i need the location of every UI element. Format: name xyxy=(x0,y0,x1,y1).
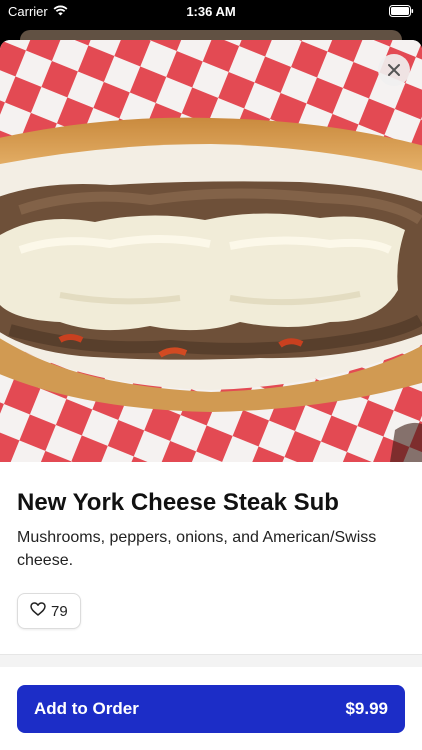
item-image xyxy=(0,40,422,462)
add-to-order-button[interactable]: Add to Order $9.99 xyxy=(17,685,405,733)
screen: Carrier 1:36 AM New York Cheese Steak Su… xyxy=(0,0,422,750)
order-price: $9.99 xyxy=(345,699,388,718)
like-button[interactable]: 79 xyxy=(17,593,81,629)
status-time: 1:36 AM xyxy=(186,4,236,19)
item-info: New York Cheese Steak Sub Mushrooms, pep… xyxy=(17,488,407,572)
heart-icon xyxy=(30,602,46,620)
battery-icon xyxy=(389,5,414,20)
add-to-order-label: Add to Order xyxy=(34,699,139,718)
close-button[interactable] xyxy=(378,54,410,86)
item-description: Mushrooms, peppers, onions, and American… xyxy=(17,529,377,569)
status-bar: Carrier 1:36 AM xyxy=(0,0,422,24)
like-count: 79 xyxy=(51,602,68,620)
section-divider xyxy=(0,654,422,667)
item-detail-sheet: New York Cheese Steak Sub Mushrooms, pep… xyxy=(0,40,422,750)
item-title: New York Cheese Steak Sub xyxy=(17,489,339,516)
close-icon xyxy=(387,63,401,77)
